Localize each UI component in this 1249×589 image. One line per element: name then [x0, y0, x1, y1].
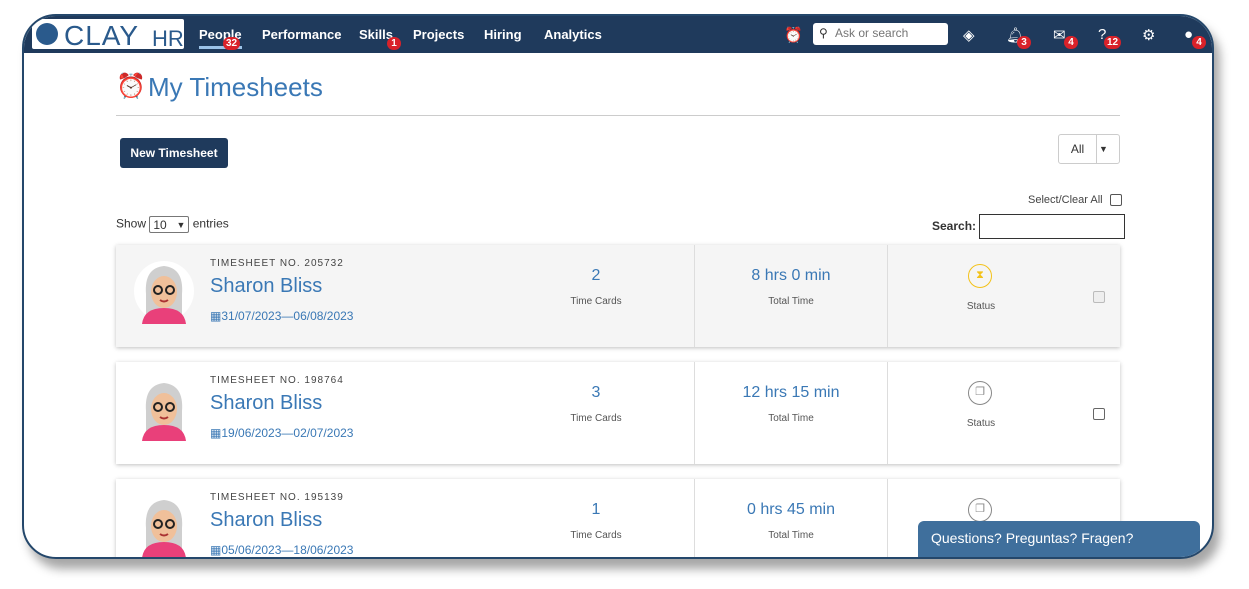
search-icon: ⚲	[819, 26, 828, 40]
status-filter-dropdown[interactable]: All ▼	[1058, 134, 1120, 164]
nav-projects[interactable]: Projects	[413, 27, 464, 42]
time-cards-column: 3 Time Cards	[516, 362, 676, 464]
calendar-icon: ▦	[210, 309, 222, 323]
clayhr-logo[interactable]: CLAY HR	[32, 19, 184, 51]
avatar	[134, 261, 194, 324]
date-range-text: 19/06/2023—02/07/2023	[221, 426, 354, 440]
total-time-value: 12 hrs 15 min	[742, 384, 840, 401]
avatar	[134, 495, 194, 557]
timesheet-number: TIMESHEET NO. 198764	[210, 375, 344, 386]
help-chat-widget[interactable]: Questions? Preguntas? Fragen?	[918, 521, 1200, 557]
new-timesheet-button[interactable]: New Timesheet	[120, 138, 228, 168]
date-range-text: 05/06/2023—18/06/2023	[221, 543, 354, 557]
date-range-text: 31/07/2023—06/08/2023	[221, 309, 354, 323]
top-navigation-bar: CLAY HR People 32 Performance Skills 1 P…	[24, 16, 1212, 53]
time-cards-count: 3	[591, 384, 601, 401]
total-time-column: 12 hrs 15 min Total Time	[694, 362, 888, 464]
table-search-input[interactable]	[979, 214, 1125, 239]
employee-name[interactable]: Sharon Bliss	[210, 275, 322, 298]
calendar-icon: ▦	[210, 543, 222, 557]
timesheet-card[interactable]: TIMESHEET NO. 205732 Sharon Bliss ▦31/07…	[116, 245, 1120, 347]
total-time-column: 0 hrs 45 min Total Time	[694, 479, 888, 557]
nav-analytics[interactable]: Analytics	[544, 27, 602, 42]
messages-badge: 4	[1064, 36, 1078, 49]
people-badge: 32	[223, 37, 241, 50]
skills-badge: 1	[387, 37, 401, 50]
documents-icon: ❐	[968, 498, 992, 522]
status-label: Status	[966, 418, 996, 429]
time-cards-label: Time Cards	[570, 296, 622, 307]
gear-icon[interactable]: ⚙	[1142, 26, 1155, 44]
entries-select[interactable]: 10 ▼	[149, 216, 190, 233]
date-range: ▦31/07/2023—06/08/2023	[210, 309, 353, 323]
page-title-text: My Timesheets	[148, 72, 323, 102]
nav-hiring[interactable]: Hiring	[484, 27, 522, 42]
profile-badge: 4	[1192, 36, 1206, 49]
alarm-clock-icon: ⏰	[116, 73, 146, 100]
notifications-badge: 3	[1017, 36, 1031, 49]
time-cards-label: Time Cards	[570, 413, 622, 424]
logo-text: CLAY	[64, 20, 140, 51]
select-clear-all[interactable]: Select/Clear All	[1028, 194, 1122, 207]
time-cards-count: 2	[591, 267, 601, 284]
total-time-label: Total Time	[768, 530, 814, 541]
total-time-column: 8 hrs 0 min Total Time	[694, 245, 888, 347]
layers-icon[interactable]: ◈	[963, 26, 975, 44]
show-label: Show	[116, 216, 147, 231]
hourglass-icon: ⧗	[968, 264, 992, 288]
entries-select-value: 10	[153, 218, 167, 232]
avatar	[134, 378, 194, 441]
page-title: ⏰ My Timesheets	[116, 72, 323, 103]
help-badge: 12	[1104, 36, 1122, 49]
logo-suffix: HR	[152, 26, 184, 51]
status-label: Status	[966, 301, 996, 312]
entries-label: entries	[192, 216, 229, 231]
entries-length-control: Show 10 ▼ entries	[116, 216, 229, 233]
employee-name[interactable]: Sharon Bliss	[210, 509, 322, 532]
row-checkbox	[1093, 291, 1105, 303]
select-clear-all-label: Select/Clear All	[1028, 194, 1103, 206]
timesheet-number: TIMESHEET NO. 205732	[210, 258, 344, 269]
caret-down-icon[interactable]: ▼	[1099, 144, 1108, 154]
status-column: ❐ Status	[936, 362, 1026, 464]
row-checkbox[interactable]	[1093, 408, 1105, 420]
alarm-clock-icon[interactable]: ⏰	[784, 26, 803, 44]
timesheet-card[interactable]: TIMESHEET NO. 198764 Sharon Bliss ▦19/06…	[116, 362, 1120, 464]
date-range: ▦19/06/2023—02/07/2023	[210, 426, 353, 440]
app-window: CLAY HR People 32 Performance Skills 1 P…	[22, 14, 1214, 559]
total-time-label: Total Time	[768, 296, 814, 307]
date-range: ▦05/06/2023—18/06/2023	[210, 543, 353, 557]
title-divider	[116, 115, 1120, 116]
documents-icon: ❐	[968, 381, 992, 405]
time-cards-count: 1	[591, 501, 601, 518]
chevron-down-icon: ▼	[176, 220, 186, 230]
global-search[interactable]: ⚲	[813, 23, 948, 45]
total-time-label: Total Time	[768, 413, 814, 424]
status-filter-value: All	[1059, 135, 1097, 163]
time-cards-column: 2 Time Cards	[516, 245, 676, 347]
logo-mark-icon	[36, 23, 58, 45]
calendar-icon: ▦	[210, 426, 222, 440]
total-time-value: 0 hrs 45 min	[746, 501, 836, 518]
nav-performance[interactable]: Performance	[262, 27, 341, 42]
select-all-checkbox[interactable]	[1109, 194, 1122, 207]
employee-name[interactable]: Sharon Bliss	[210, 392, 322, 415]
global-search-input[interactable]	[833, 25, 947, 41]
table-search-label: Search:	[932, 219, 977, 233]
timesheet-number: TIMESHEET NO. 195139	[210, 492, 344, 503]
status-column: ⧗ Status	[936, 245, 1026, 347]
time-cards-column: 1 Time Cards	[516, 479, 676, 557]
time-cards-label: Time Cards	[570, 530, 622, 541]
total-time-value: 8 hrs 0 min	[751, 267, 831, 284]
